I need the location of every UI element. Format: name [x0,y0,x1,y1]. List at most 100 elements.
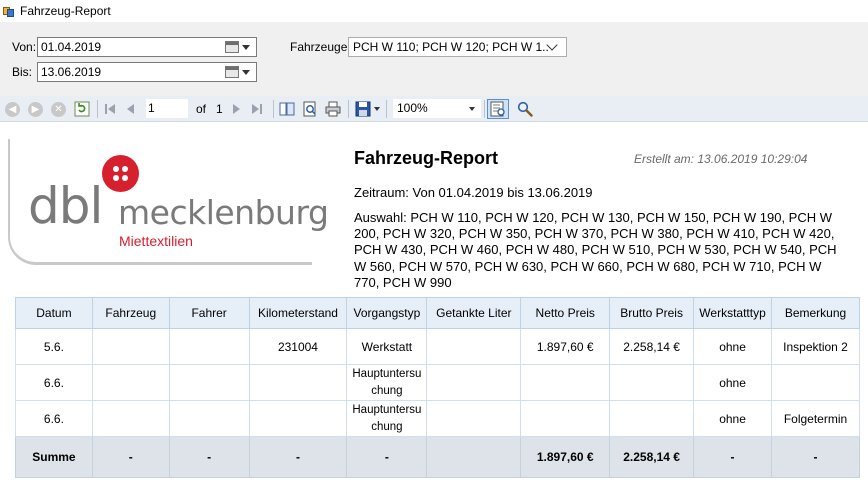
forward-button[interactable]: ▶ [28,100,43,118]
table-cell: 6.6. [15,364,93,401]
document-map-button[interactable] [279,100,295,118]
column-header: Kilometerstand [248,297,348,329]
chevron-down-icon[interactable] [546,39,558,51]
refresh-icon[interactable] [74,101,90,117]
app-icon [3,5,15,17]
page-number-input[interactable]: 1 [146,99,188,118]
toolbar-separator [348,100,349,118]
table-cell [426,364,522,401]
find-text-icon[interactable] [490,101,506,117]
logo-region-text: mecklenburg [118,193,329,232]
sum-cell: - [248,436,348,478]
table-cell: Folgetermin [771,400,860,437]
refresh-button[interactable] [74,100,90,118]
logo-tagline: Miettextilien [119,233,193,249]
bis-date-picker[interactable]: 13.06.2019 [37,62,257,82]
report-page: dbl mecklenburg Miettextilien Fahrzeug-R… [0,123,868,480]
page-total: 1 [216,102,223,116]
company-logo: dbl mecklenburg Miettextilien [8,139,329,265]
first-page-button[interactable] [103,100,117,118]
dropdown-arrow-icon[interactable] [242,69,250,75]
sum-cell: 1.897,60 € [520,436,611,478]
table-cell [91,328,170,365]
von-date-picker[interactable]: 01.04.2019 [37,37,257,57]
column-header: Fahrer [168,297,250,329]
dropdown-arrow-icon[interactable] [242,44,250,50]
back-arrow-icon[interactable]: ◀ [5,101,20,117]
column-header: Werkstatttyp [693,297,773,329]
forward-arrow-icon[interactable]: ▶ [28,101,43,117]
table-cell: ohne [693,400,773,437]
table-cell: 5.6. [15,328,93,365]
table-cell [426,328,522,365]
last-page-icon[interactable] [250,102,264,116]
printer-icon[interactable] [325,101,341,117]
column-header: Getankte Liter [426,297,522,329]
sum-cell: - [771,436,860,478]
table-row: 6.6. Hauptuntersu chung ohne [15,364,860,401]
calendar-icon[interactable] [225,66,239,78]
export-button[interactable] [354,100,380,118]
bis-label: Bis: [12,65,33,79]
last-page-button[interactable] [250,100,264,118]
fahrzeuge-select[interactable]: PCH W 110; PCH W 120; PCH W 1... [348,37,567,57]
table-cell: ohne [693,364,773,401]
calendar-icon[interactable] [225,41,239,53]
von-date-value[interactable]: 01.04.2019 [38,40,225,54]
report-title: Fahrzeug-Report [354,148,498,168]
sum-cell: - [91,436,170,478]
sum-cell: - [693,436,773,478]
zoom-value[interactable]: 100% [397,101,428,115]
fahrzeuge-label: Fahrzeuge: [290,40,351,54]
search-button[interactable] [517,100,533,118]
find-text-button[interactable] [487,99,509,119]
table-cell [168,400,250,437]
table-cell: 6.6. [15,400,93,437]
save-disk-icon[interactable] [355,101,371,117]
toolbar-separator [273,100,274,118]
table-cell: 2.258,14 € [609,328,695,365]
logo-dots-icon [102,155,139,192]
back-button[interactable]: ◀ [5,100,20,118]
report-created-timestamp: Erstellt am: 13.06.2019 10:29:04 [634,152,808,166]
table-sum-row: Summe - - - - 1.897,60 € 2.258,14 € - - [15,436,860,478]
toolbar-separator [386,100,387,118]
sum-cell: Summe [15,436,93,478]
sum-cell: - [168,436,250,478]
stop-icon[interactable]: ✕ [51,101,66,117]
title-bar: Fahrzeug-Report [0,0,868,22]
window-title: Fahrzeug-Report [20,4,111,18]
bis-date-value[interactable]: 13.06.2019 [38,65,225,79]
toolbar-separator [484,100,485,118]
table-cell: Hauptuntersu chung [346,364,428,401]
document-map-icon[interactable] [279,101,295,117]
zoom-select[interactable]: 100% [393,99,481,118]
fahrzeuge-select-value[interactable]: PCH W 110; PCH W 120; PCH W 1... [349,40,548,54]
export-dropdown-arrow-icon[interactable] [373,107,380,111]
previous-page-button[interactable] [124,100,138,118]
column-header: Netto Preis [520,297,611,329]
print-layout-icon[interactable] [302,101,318,117]
column-header: Fahrzeug [91,297,170,329]
report-selection: Auswahl: PCH W 110, PCH W 120, PCH W 130… [354,210,837,290]
sum-cell [426,436,522,478]
column-header: Brutto Preis [609,297,695,329]
stop-button[interactable]: ✕ [51,100,66,118]
table-cell [91,364,170,401]
print-button[interactable] [325,100,341,118]
zoom-dropdown-arrow-icon[interactable] [469,107,475,111]
sum-cell: 2.258,14 € [609,436,695,478]
search-icon[interactable] [517,101,533,117]
report-viewer-toolbar: ◀ ▶ ✕ 1 of 1 100% [0,96,868,122]
logo-brand-text: dbl [28,177,103,235]
next-page-button[interactable] [229,100,243,118]
toolbar-separator [97,100,98,118]
previous-page-icon[interactable] [124,102,138,116]
print-layout-button[interactable] [302,100,318,118]
first-page-icon[interactable] [103,102,117,116]
sum-cell: - [346,436,428,478]
filter-panel: Von: 01.04.2019 Bis: 13.06.2019 Fahrzeug… [0,22,868,96]
table-cell [609,400,695,437]
report-table: Datum Fahrzeug Fahrer Kilometerstand Vor… [15,297,860,478]
next-page-icon[interactable] [229,102,243,116]
